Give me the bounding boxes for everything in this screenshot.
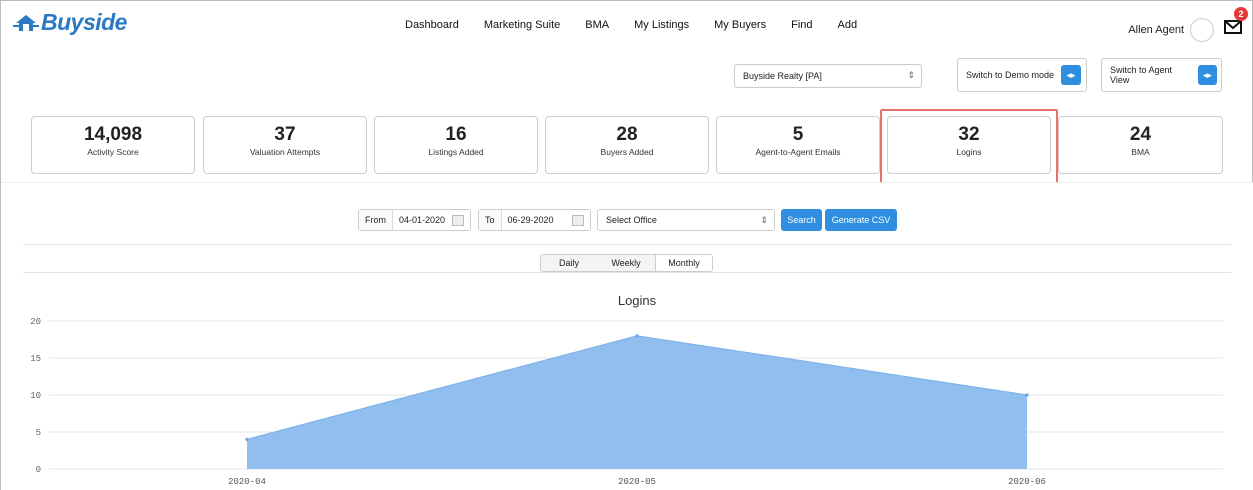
search-button[interactable]: Search [781, 209, 822, 231]
nav-my-buyers[interactable]: My Buyers [714, 19, 766, 31]
switch-agent-label: Switch to Agent View [1110, 65, 1173, 85]
chart-title: Logins [618, 293, 657, 308]
stat-card-activity-score[interactable]: 14,098 Activity Score [31, 116, 195, 174]
stat-card-buyers-added[interactable]: 28 Buyers Added [545, 116, 709, 174]
calendar-icon[interactable] [452, 214, 464, 226]
switch-demo-label: Switch to Demo mode [966, 70, 1055, 80]
stat-label: Valuation Attempts [249, 147, 321, 157]
stat-label: Activity Score [87, 147, 139, 157]
toggle-arrows-icon[interactable]: ◂▸ [1197, 65, 1217, 85]
data-point [1025, 393, 1029, 397]
avatar[interactable] [1190, 18, 1214, 42]
user-menu[interactable]: Allen Agent [1128, 18, 1214, 42]
select-caret-icon: ⇕ [907, 70, 915, 80]
stat-card-listings-added[interactable]: 16 Listings Added [374, 116, 538, 174]
main-nav: Dashboard Marketing Suite BMA My Listing… [405, 19, 882, 31]
x-tick-label: 2020-05 [618, 477, 656, 487]
nav-add[interactable]: Add [838, 19, 858, 31]
divider [23, 272, 1231, 273]
data-point [635, 334, 639, 338]
nav-marketing-suite[interactable]: Marketing Suite [484, 19, 560, 31]
period-tabs: Daily Weekly Monthly [540, 254, 713, 272]
to-label: To [479, 210, 502, 230]
data-point [245, 437, 249, 441]
stat-card-agent-emails[interactable]: 5 Agent-to-Agent Emails [716, 116, 880, 174]
stat-label: Listings Added [428, 147, 484, 157]
logo-text: Buyside [41, 9, 127, 35]
calendar-icon[interactable] [572, 214, 584, 226]
nav-dashboard[interactable]: Dashboard [405, 19, 459, 31]
tab-daily[interactable]: Daily [541, 255, 597, 271]
stat-value: 16 [445, 124, 467, 145]
office-select[interactable]: Select Office ⇕ [597, 209, 775, 231]
stat-card-valuation-attempts[interactable]: 37 Valuation Attempts [203, 116, 367, 174]
from-label: From [359, 210, 393, 230]
to-date-field[interactable]: To 06-29-2020 [478, 209, 591, 231]
stat-label: Buyers Added [600, 147, 654, 157]
y-tick-label: 20 [30, 317, 41, 327]
switch-agent-view[interactable]: Switch to Agent View ◂▸ [1101, 58, 1222, 92]
stat-value: 5 [792, 124, 804, 145]
series-area [247, 335, 1027, 469]
to-date-value[interactable]: 06-29-2020 [502, 215, 560, 225]
from-date-field[interactable]: From 04-01-2020 [358, 209, 471, 231]
stat-value: 24 [1129, 124, 1152, 145]
y-tick-label: 10 [30, 391, 41, 401]
x-tick-label: 2020-04 [228, 477, 266, 487]
agency-select[interactable]: Buyside Realty [PA] ⇕ [734, 64, 922, 88]
divider [23, 244, 1231, 245]
tab-weekly[interactable]: Weekly [597, 255, 655, 271]
stat-value: 14,098 [83, 124, 143, 145]
logins-chart: Logins 0 5 10 15 20 2020-04 2020-05 2020-06 [30, 293, 1223, 487]
logins-highlight-box [880, 109, 1058, 185]
toggle-arrows-icon[interactable]: ◂▸ [1061, 65, 1082, 85]
house-logo-icon [13, 14, 39, 31]
y-tick-label: 15 [30, 354, 41, 364]
stat-value: 37 [274, 124, 296, 145]
user-name[interactable]: Allen Agent [1128, 24, 1184, 36]
from-date-value[interactable]: 04-01-2020 [393, 215, 451, 225]
select-caret-icon: ⇕ [760, 214, 768, 225]
nav-my-listings[interactable]: My Listings [634, 19, 689, 31]
y-tick-label: 0 [36, 465, 41, 475]
stat-value: 28 [616, 124, 638, 145]
notification-badge: 2 [1234, 7, 1248, 21]
nav-find[interactable]: Find [791, 19, 812, 31]
switch-demo-mode[interactable]: Switch to Demo mode ◂▸ [957, 58, 1087, 92]
agency-select-value: Buyside Realty [PA] [743, 71, 822, 81]
tab-monthly[interactable]: Monthly [655, 255, 712, 271]
generate-csv-button[interactable]: Generate CSV [825, 209, 897, 231]
stat-card-bma[interactable]: 24 BMA [1058, 116, 1223, 174]
buyside-logo[interactable]: Buyside [13, 9, 127, 36]
x-tick-label: 2020-06 [1008, 477, 1046, 487]
office-select-value: Select Office [606, 215, 657, 225]
stat-label: Agent-to-Agent Emails [755, 147, 841, 157]
y-tick-label: 5 [36, 428, 41, 438]
stat-label: BMA [1131, 147, 1150, 157]
nav-bma[interactable]: BMA [585, 19, 609, 31]
